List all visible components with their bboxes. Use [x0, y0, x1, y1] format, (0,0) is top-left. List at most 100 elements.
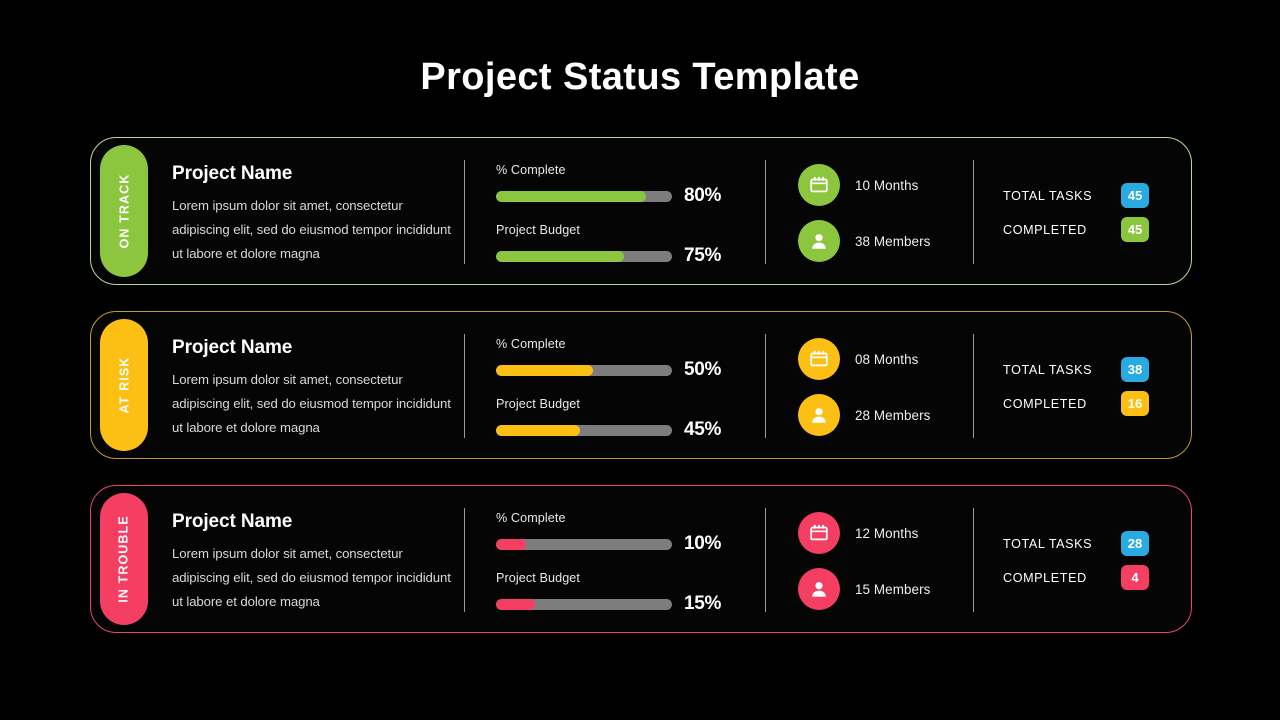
- project-description: Lorem ipsum dolor sit amet, consectetur …: [172, 372, 451, 436]
- task-row: COMPLETED 45: [1003, 217, 1149, 242]
- progress-section: % Complete 80% Project Budget 75%: [496, 163, 756, 267]
- project-name: Project Name: [172, 511, 293, 532]
- progress-value: 15%: [684, 593, 722, 614]
- column-divider: [464, 160, 465, 264]
- task-label: COMPLETED: [1003, 222, 1087, 237]
- progress-label: Project Budget: [496, 223, 581, 237]
- meta-row: 10 Months: [798, 159, 930, 211]
- project-info: Project Name Lorem ipsum dolor sit amet,…: [172, 163, 462, 266]
- project-name: Project Name: [172, 337, 293, 358]
- status-badge: IN TROUBLE: [100, 493, 148, 625]
- status-badge-label: ON TRACK: [117, 173, 131, 249]
- progress-group: Project Budget 75%: [496, 223, 756, 267]
- task-row: TOTAL TASKS 28: [1003, 531, 1149, 556]
- status-badge: ON TRACK: [100, 145, 148, 277]
- meta-section: 08 Months 28 Members: [798, 333, 930, 445]
- progress-value: 45%: [684, 419, 722, 440]
- task-badge: 38: [1121, 357, 1149, 382]
- progress-bar-fill: [496, 250, 625, 262]
- meta-row: 08 Months: [798, 333, 930, 385]
- meta-section: 12 Months 15 Members: [798, 507, 930, 619]
- status-badge-label: IN TROUBLE: [117, 515, 132, 603]
- project-card[interactable]: ON TRACK Project Name Lorem ipsum dolor …: [90, 137, 1192, 285]
- progress-bar-track: [496, 250, 672, 262]
- person-icon: [798, 394, 840, 436]
- task-row: TOTAL TASKS 38: [1003, 357, 1149, 382]
- progress-bar-track: [496, 598, 672, 610]
- project-card[interactable]: IN TROUBLE Project Name Lorem ipsum dolo…: [90, 485, 1192, 633]
- progress-bar-track: [496, 538, 672, 550]
- column-divider: [973, 334, 974, 438]
- progress-section: % Complete 50% Project Budget 45%: [496, 337, 756, 441]
- meta-row: 38 Members: [798, 215, 930, 267]
- task-label: TOTAL TASKS: [1003, 188, 1093, 203]
- progress-group: % Complete 50%: [496, 337, 756, 381]
- progress-label: % Complete: [496, 511, 566, 525]
- column-divider: [973, 508, 974, 612]
- slide-canvas: Project Status Template ON TRACK Project…: [0, 0, 1280, 720]
- progress-bar-track: [496, 364, 672, 376]
- project-description: Lorem ipsum dolor sit amet, consectetur …: [172, 546, 451, 610]
- progress-label: % Complete: [496, 337, 566, 351]
- task-badge: 28: [1121, 531, 1149, 556]
- meta-text: 15 Members: [855, 581, 931, 597]
- task-row: COMPLETED 4: [1003, 565, 1149, 590]
- meta-text: 28 Members: [855, 407, 931, 423]
- meta-row: 12 Months: [798, 507, 930, 559]
- progress-bar-fill: [496, 598, 535, 610]
- task-row: COMPLETED 16: [1003, 391, 1149, 416]
- task-label: COMPLETED: [1003, 396, 1087, 411]
- progress-bar-fill: [496, 364, 593, 376]
- project-card-list: ON TRACK Project Name Lorem ipsum dolor …: [90, 137, 1192, 659]
- column-divider: [973, 160, 974, 264]
- project-info: Project Name Lorem ipsum dolor sit amet,…: [172, 511, 462, 614]
- meta-text: 10 Months: [855, 177, 919, 193]
- meta-text: 38 Members: [855, 233, 931, 249]
- task-badge: 45: [1121, 183, 1149, 208]
- task-badge: 4: [1121, 565, 1149, 590]
- calendar-icon: [798, 164, 840, 206]
- page-title: Project Status Template: [420, 56, 860, 98]
- status-badge: AT RISK: [100, 319, 148, 451]
- person-icon: [798, 568, 840, 610]
- column-divider: [464, 508, 465, 612]
- progress-bar-track: [496, 424, 672, 436]
- progress-value: 50%: [684, 359, 722, 380]
- progress-bar-track: [496, 190, 672, 202]
- meta-text: 12 Months: [855, 525, 919, 541]
- meta-row: 28 Members: [798, 389, 930, 441]
- progress-group: Project Budget 15%: [496, 571, 756, 615]
- progress-group: % Complete 80%: [496, 163, 756, 207]
- progress-bar-fill: [496, 190, 646, 202]
- column-divider: [765, 334, 766, 438]
- progress-label: Project Budget: [496, 397, 581, 411]
- progress-value: 75%: [684, 245, 722, 266]
- progress-label: % Complete: [496, 163, 566, 177]
- task-label: TOTAL TASKS: [1003, 536, 1093, 551]
- project-info: Project Name Lorem ipsum dolor sit amet,…: [172, 337, 462, 440]
- tasks-section: TOTAL TASKS 38 COMPLETED 16: [1003, 357, 1149, 416]
- progress-value: 10%: [684, 533, 722, 554]
- project-name: Project Name: [172, 163, 293, 184]
- calendar-icon: [798, 512, 840, 554]
- meta-row: 15 Members: [798, 563, 930, 615]
- status-badge-label: AT RISK: [117, 356, 131, 414]
- project-card[interactable]: AT RISK Project Name Lorem ipsum dolor s…: [90, 311, 1192, 459]
- task-label: COMPLETED: [1003, 570, 1087, 585]
- project-description: Lorem ipsum dolor sit amet, consectetur …: [172, 198, 451, 262]
- task-badge: 45: [1121, 217, 1149, 242]
- tasks-section: TOTAL TASKS 28 COMPLETED 4: [1003, 531, 1149, 590]
- progress-bar-fill: [496, 424, 581, 436]
- task-badge: 16: [1121, 391, 1149, 416]
- task-label: TOTAL TASKS: [1003, 362, 1093, 377]
- progress-bar-fill: [496, 538, 526, 550]
- meta-section: 10 Months 38 Members: [798, 159, 930, 271]
- meta-text: 08 Months: [855, 351, 919, 367]
- calendar-icon: [798, 338, 840, 380]
- column-divider: [464, 334, 465, 438]
- progress-section: % Complete 10% Project Budget 15%: [496, 511, 756, 615]
- column-divider: [765, 508, 766, 612]
- task-row: TOTAL TASKS 45: [1003, 183, 1149, 208]
- column-divider: [765, 160, 766, 264]
- person-icon: [798, 220, 840, 262]
